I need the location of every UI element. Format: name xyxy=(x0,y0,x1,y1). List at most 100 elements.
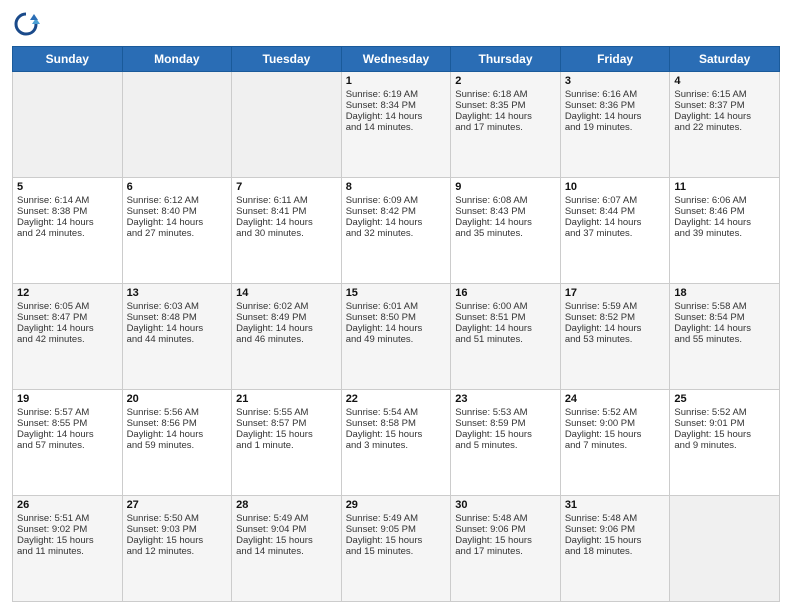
day-info: Daylight: 15 hours xyxy=(346,535,447,546)
day-info: Sunrise: 5:55 AM xyxy=(236,407,337,418)
day-number: 18 xyxy=(674,287,775,299)
day-info: Sunrise: 5:59 AM xyxy=(565,301,666,312)
day-number: 20 xyxy=(127,393,228,405)
calendar-cell: 23Sunrise: 5:53 AMSunset: 8:59 PMDayligh… xyxy=(451,390,561,496)
calendar-cell xyxy=(122,72,232,178)
logo-icon xyxy=(12,10,40,38)
day-info: and 17 minutes. xyxy=(455,122,556,133)
day-info: Sunset: 9:03 PM xyxy=(127,524,228,535)
day-info: Sunset: 9:05 PM xyxy=(346,524,447,535)
day-info: Sunset: 8:37 PM xyxy=(674,100,775,111)
day-info: Sunset: 8:55 PM xyxy=(17,418,118,429)
day-info: Sunset: 8:35 PM xyxy=(455,100,556,111)
day-info: and 24 minutes. xyxy=(17,228,118,239)
day-info: Daylight: 15 hours xyxy=(236,429,337,440)
day-info: Daylight: 14 hours xyxy=(565,111,666,122)
day-info: Daylight: 14 hours xyxy=(236,217,337,228)
calendar-week-row: 5Sunrise: 6:14 AMSunset: 8:38 PMDaylight… xyxy=(13,178,780,284)
day-number: 15 xyxy=(346,287,447,299)
day-info: and 46 minutes. xyxy=(236,334,337,345)
day-info: and 19 minutes. xyxy=(565,122,666,133)
day-number: 1 xyxy=(346,75,447,87)
logo xyxy=(12,10,44,38)
day-info: and 30 minutes. xyxy=(236,228,337,239)
day-info: Sunrise: 6:07 AM xyxy=(565,195,666,206)
day-info: Daylight: 14 hours xyxy=(346,323,447,334)
calendar-header-saturday: Saturday xyxy=(670,47,780,72)
day-number: 5 xyxy=(17,181,118,193)
day-info: Sunset: 8:58 PM xyxy=(346,418,447,429)
calendar-cell: 4Sunrise: 6:15 AMSunset: 8:37 PMDaylight… xyxy=(670,72,780,178)
day-number: 29 xyxy=(346,499,447,511)
day-info: Sunrise: 6:12 AM xyxy=(127,195,228,206)
day-info: Sunset: 8:46 PM xyxy=(674,206,775,217)
day-info: Sunset: 8:47 PM xyxy=(17,312,118,323)
day-info: Sunset: 9:06 PM xyxy=(565,524,666,535)
day-info: Daylight: 14 hours xyxy=(565,323,666,334)
calendar-cell: 5Sunrise: 6:14 AMSunset: 8:38 PMDaylight… xyxy=(13,178,123,284)
day-info: Daylight: 14 hours xyxy=(565,217,666,228)
day-info: Sunrise: 6:08 AM xyxy=(455,195,556,206)
day-info: and 17 minutes. xyxy=(455,546,556,557)
day-info: Daylight: 15 hours xyxy=(455,429,556,440)
day-info: Sunset: 8:36 PM xyxy=(565,100,666,111)
day-info: and 51 minutes. xyxy=(455,334,556,345)
day-info: Sunrise: 5:50 AM xyxy=(127,513,228,524)
day-info: Sunrise: 5:57 AM xyxy=(17,407,118,418)
calendar-header-row: SundayMondayTuesdayWednesdayThursdayFrid… xyxy=(13,47,780,72)
day-info: Sunset: 8:43 PM xyxy=(455,206,556,217)
calendar-week-row: 1Sunrise: 6:19 AMSunset: 8:34 PMDaylight… xyxy=(13,72,780,178)
day-info: Sunrise: 5:52 AM xyxy=(674,407,775,418)
day-info: Sunrise: 6:11 AM xyxy=(236,195,337,206)
day-info: Daylight: 14 hours xyxy=(346,217,447,228)
calendar-cell: 16Sunrise: 6:00 AMSunset: 8:51 PMDayligh… xyxy=(451,284,561,390)
day-info: Daylight: 15 hours xyxy=(236,535,337,546)
calendar-table: SundayMondayTuesdayWednesdayThursdayFrid… xyxy=(12,46,780,602)
day-info: Sunrise: 6:03 AM xyxy=(127,301,228,312)
day-number: 9 xyxy=(455,181,556,193)
calendar-cell xyxy=(670,496,780,602)
calendar-cell: 14Sunrise: 6:02 AMSunset: 8:49 PMDayligh… xyxy=(232,284,342,390)
calendar-cell: 24Sunrise: 5:52 AMSunset: 9:00 PMDayligh… xyxy=(560,390,670,496)
calendar-cell: 26Sunrise: 5:51 AMSunset: 9:02 PMDayligh… xyxy=(13,496,123,602)
day-number: 10 xyxy=(565,181,666,193)
day-info: Sunrise: 6:14 AM xyxy=(17,195,118,206)
calendar-cell: 13Sunrise: 6:03 AMSunset: 8:48 PMDayligh… xyxy=(122,284,232,390)
day-info: Sunrise: 5:48 AM xyxy=(455,513,556,524)
page: SundayMondayTuesdayWednesdayThursdayFrid… xyxy=(0,0,792,612)
calendar-cell: 17Sunrise: 5:59 AMSunset: 8:52 PMDayligh… xyxy=(560,284,670,390)
day-info: and 32 minutes. xyxy=(346,228,447,239)
calendar-cell: 21Sunrise: 5:55 AMSunset: 8:57 PMDayligh… xyxy=(232,390,342,496)
calendar-header-wednesday: Wednesday xyxy=(341,47,451,72)
day-info: and 9 minutes. xyxy=(674,440,775,451)
day-info: Sunrise: 6:18 AM xyxy=(455,89,556,100)
day-info: Daylight: 14 hours xyxy=(455,111,556,122)
day-number: 22 xyxy=(346,393,447,405)
day-info: Sunrise: 6:09 AM xyxy=(346,195,447,206)
calendar-header-thursday: Thursday xyxy=(451,47,561,72)
calendar-cell: 31Sunrise: 5:48 AMSunset: 9:06 PMDayligh… xyxy=(560,496,670,602)
calendar-cell: 22Sunrise: 5:54 AMSunset: 8:58 PMDayligh… xyxy=(341,390,451,496)
day-info: and 39 minutes. xyxy=(674,228,775,239)
day-number: 3 xyxy=(565,75,666,87)
day-info: Sunset: 8:59 PM xyxy=(455,418,556,429)
calendar-cell: 18Sunrise: 5:58 AMSunset: 8:54 PMDayligh… xyxy=(670,284,780,390)
day-info: Sunrise: 6:05 AM xyxy=(17,301,118,312)
day-number: 11 xyxy=(674,181,775,193)
day-info: Daylight: 14 hours xyxy=(455,217,556,228)
day-number: 26 xyxy=(17,499,118,511)
day-info: Sunset: 9:02 PM xyxy=(17,524,118,535)
day-number: 21 xyxy=(236,393,337,405)
day-info: Daylight: 14 hours xyxy=(127,323,228,334)
day-info: Sunset: 8:56 PM xyxy=(127,418,228,429)
day-info: and 11 minutes. xyxy=(17,546,118,557)
calendar-cell: 19Sunrise: 5:57 AMSunset: 8:55 PMDayligh… xyxy=(13,390,123,496)
calendar-cell: 15Sunrise: 6:01 AMSunset: 8:50 PMDayligh… xyxy=(341,284,451,390)
day-info: Daylight: 14 hours xyxy=(17,217,118,228)
calendar-cell: 10Sunrise: 6:07 AMSunset: 8:44 PMDayligh… xyxy=(560,178,670,284)
day-info: Daylight: 14 hours xyxy=(127,217,228,228)
calendar-header-monday: Monday xyxy=(122,47,232,72)
day-info: Sunrise: 5:54 AM xyxy=(346,407,447,418)
calendar-cell: 27Sunrise: 5:50 AMSunset: 9:03 PMDayligh… xyxy=(122,496,232,602)
day-number: 23 xyxy=(455,393,556,405)
